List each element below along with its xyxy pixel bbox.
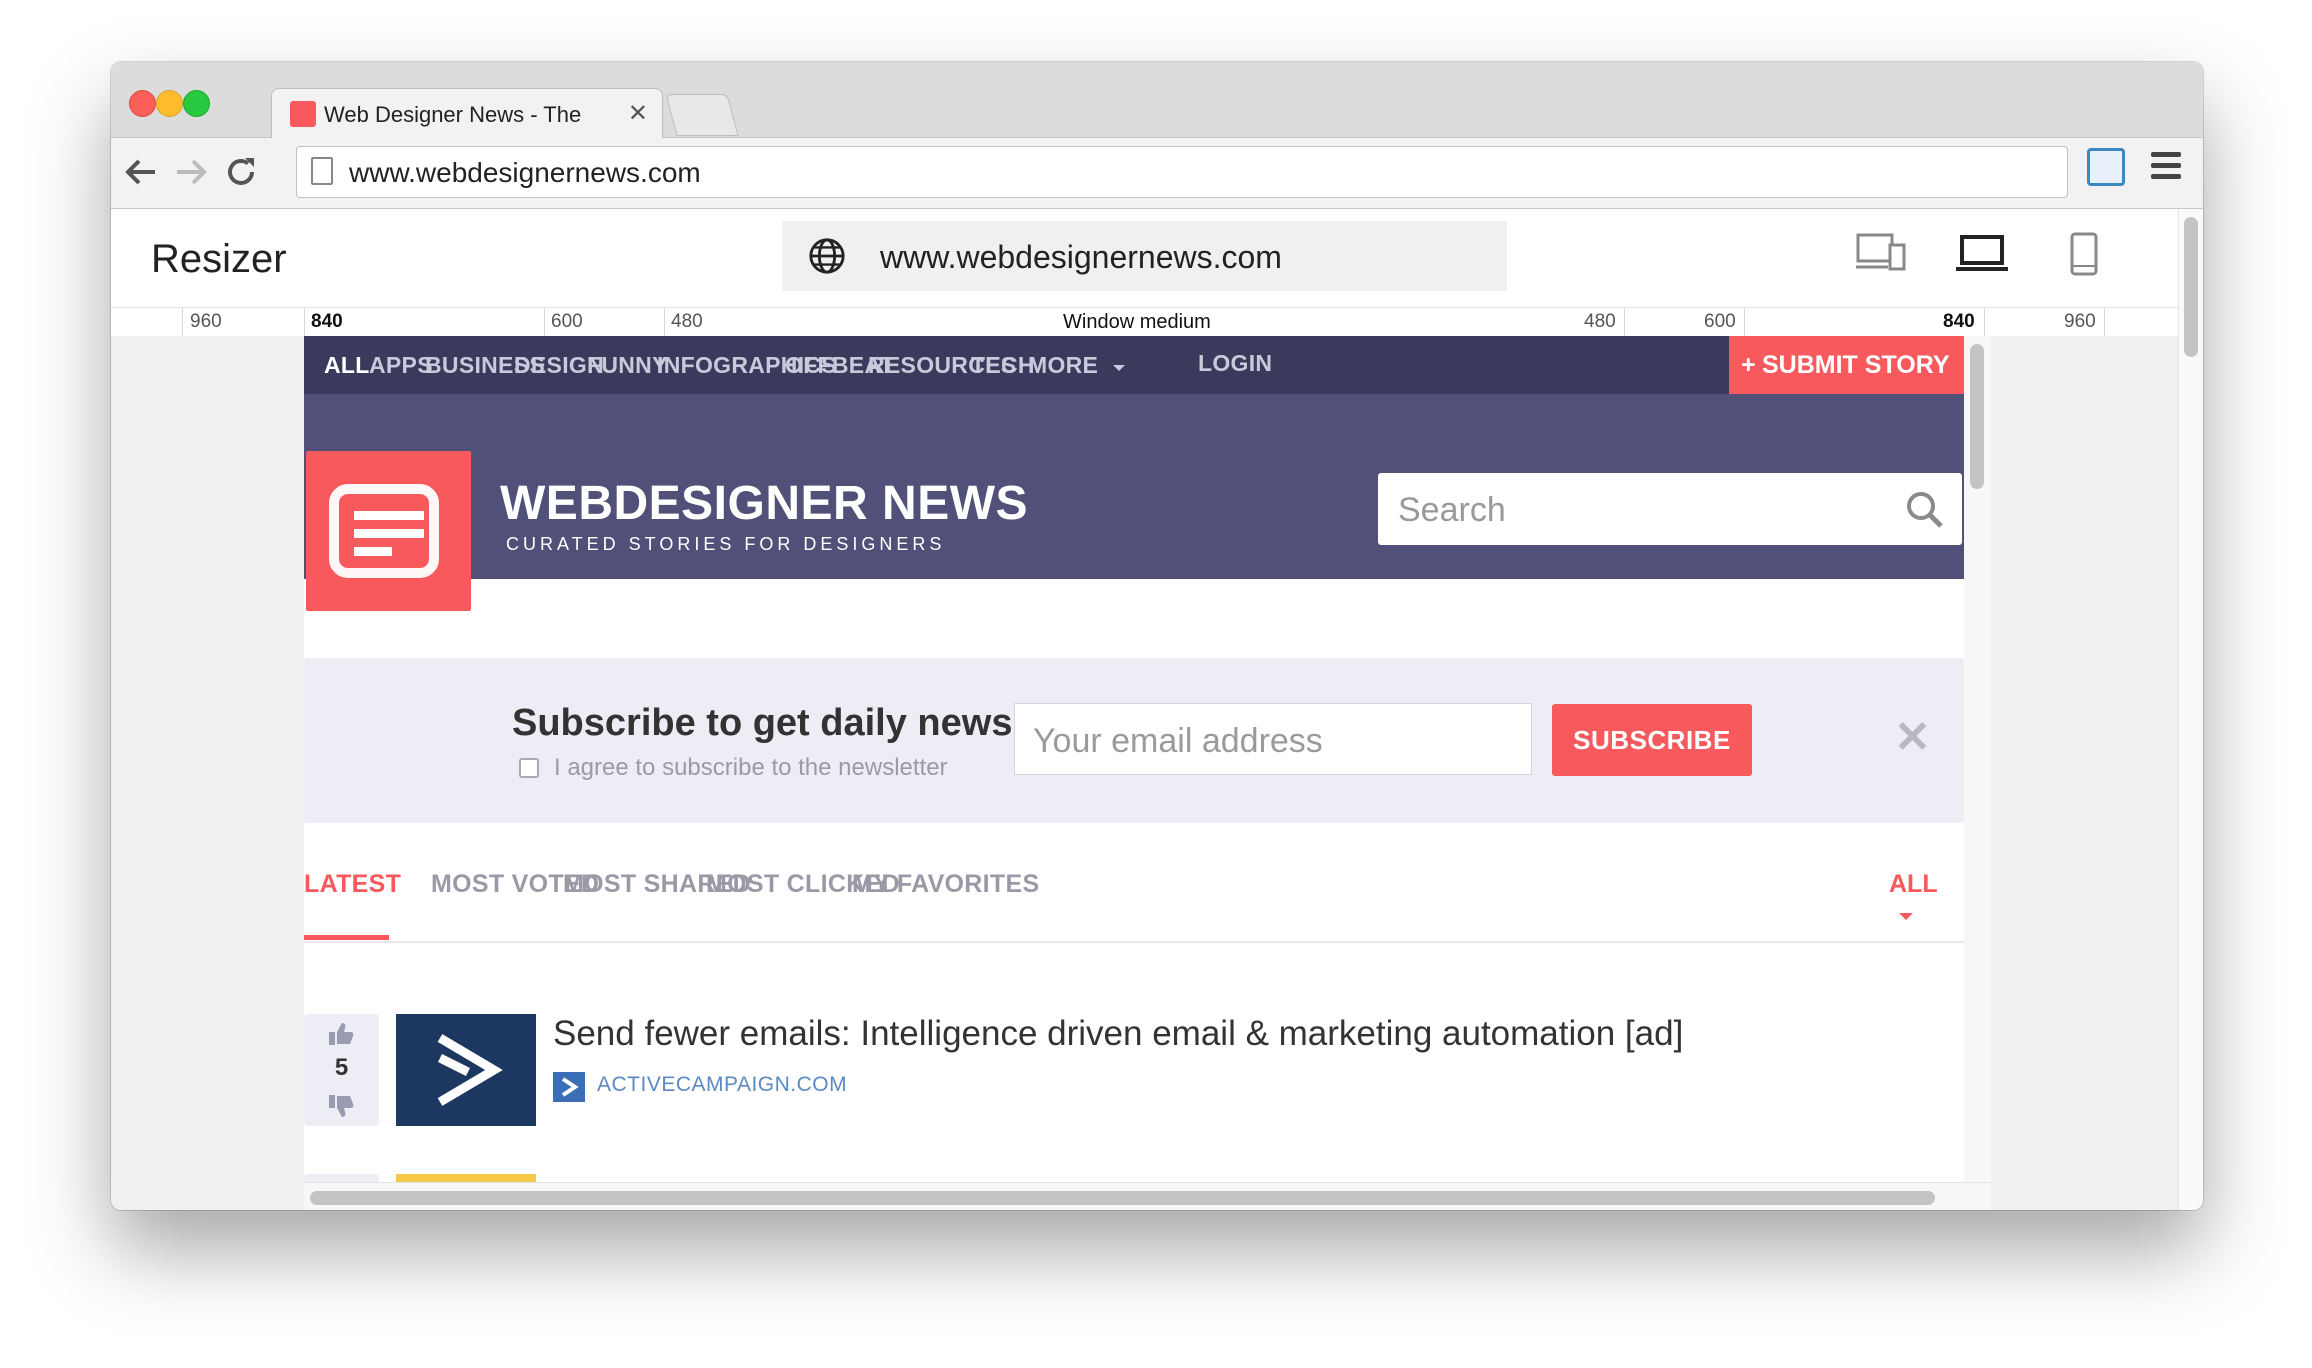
scrollbar-thumb[interactable]	[310, 1191, 1935, 1205]
browser-menu-icon[interactable]	[2151, 152, 2181, 185]
category-filter-dropdown[interactable]: ALL	[1889, 870, 1964, 928]
resizer-url-field[interactable]: www.webdesignernews.com	[782, 221, 1507, 291]
forward-arrow-icon	[177, 159, 207, 185]
viewport-margin-left	[111, 336, 304, 1210]
address-bar[interactable]: www.webdesignernews.com	[296, 146, 2068, 198]
resizer-extension-icon[interactable]	[2087, 148, 2125, 186]
preview-horizontal-scrollbar[interactable]	[304, 1182, 1991, 1210]
thumbs-up-icon[interactable]	[328, 1022, 354, 1046]
plus-icon: +	[1741, 351, 1756, 379]
site-top-nav: ALL APPS BUSINESS DESIGN FUNNY INFOGRAPH…	[304, 336, 1964, 394]
tab-title: Web Designer News - The	[324, 102, 582, 127]
story-title[interactable]: Send fewer emails: Intelligence driven e…	[553, 1014, 1683, 1054]
story-filter-tabs: LATEST MOST VOTED MOST SHARED MOST CLICK…	[304, 823, 1964, 943]
new-tab-button[interactable]	[665, 94, 739, 136]
page-icon	[311, 157, 333, 185]
search-icon[interactable]	[1904, 489, 1944, 529]
email-placeholder: Your email address	[1033, 722, 1323, 760]
website-preview-frame: ALL APPS BUSINESS DESIGN FUNNY INFOGRAPH…	[304, 336, 1991, 1210]
login-link[interactable]: LOGIN	[1198, 350, 1272, 377]
source-favicon-icon	[553, 1072, 585, 1102]
site-logo[interactable]	[306, 451, 471, 611]
ruler-mark: 960	[190, 311, 222, 332]
resizer-url-text: www.webdesignernews.com	[880, 239, 1282, 275]
multi-device-icon[interactable]	[1856, 231, 1906, 275]
tab-close-button[interactable]: ✕	[628, 99, 648, 128]
nav-item-apps[interactable]: APPS	[369, 352, 433, 379]
ruler-mark: 600	[551, 311, 583, 332]
activecampaign-logo-icon	[437, 1034, 503, 1106]
maximize-window-button[interactable]	[183, 90, 210, 117]
active-tab-underline	[304, 935, 389, 940]
close-window-button[interactable]	[129, 90, 156, 117]
browser-tab[interactable]: Web Designer News - The ✕	[271, 88, 663, 139]
agree-checkbox[interactable]	[519, 758, 539, 778]
page-content: Resizer www.webdesignernews.com 960 840 …	[111, 209, 2203, 1210]
reload-button[interactable]	[221, 152, 261, 201]
globe-icon	[809, 238, 845, 274]
ruler-label: Window medium	[1063, 311, 1211, 333]
preview-vertical-scrollbar[interactable]	[1964, 336, 1991, 1210]
laptop-icon[interactable]	[1956, 231, 2008, 275]
browser-toolbar: www.webdesignernews.com	[111, 138, 2203, 209]
ruler-mark: 480	[1584, 311, 1616, 332]
nav-item-more[interactable]: MORE	[1028, 352, 1127, 379]
nav-item-all[interactable]: ALL	[324, 352, 370, 379]
caret-down-icon	[1899, 913, 1913, 920]
email-field[interactable]: Your email address	[1014, 703, 1532, 775]
caret-down-icon	[1112, 365, 1125, 371]
tab-my-favorites[interactable]: MY FAVORITES	[852, 870, 1039, 899]
ruler-mark: 480	[671, 311, 703, 332]
site-search-input[interactable]: Search	[1378, 473, 1962, 545]
list-item: 5 Send fewer emails: Intelligence driven…	[304, 1014, 1964, 1134]
subscribe-button[interactable]: SUBSCRIBE	[1552, 704, 1752, 776]
scrollbar-thumb[interactable]	[1970, 344, 1984, 489]
reload-icon	[228, 158, 254, 185]
subscribe-title: Subscribe to get daily news	[512, 702, 1013, 744]
story-source[interactable]: ACTIVECAMPAIGN.COM	[597, 1073, 847, 1097]
subscribe-panel: Subscribe to get daily news I agree to s…	[304, 658, 1964, 823]
forward-button[interactable]	[171, 152, 211, 201]
browser-window: Web Designer News - The ✕ www.webdesigne…	[111, 62, 2203, 1210]
ruler-mark: 840	[311, 311, 343, 332]
address-bar-url: www.webdesignernews.com	[349, 157, 701, 188]
category-filter-label: ALL	[1889, 870, 1938, 898]
back-button[interactable]	[121, 152, 161, 201]
tab-latest[interactable]: LATEST	[304, 870, 401, 899]
tab-favicon-icon	[290, 101, 316, 127]
story-thumbnail[interactable]	[396, 1014, 536, 1126]
agree-label: I agree to subscribe to the newsletter	[554, 754, 948, 781]
submit-story-label: SUBMIT STORY	[1762, 351, 1950, 379]
width-ruler: 960 840 600 480 Window medium 480 600 84…	[111, 307, 2178, 337]
nav-more-label: MORE	[1028, 352, 1099, 378]
vote-count: 5	[334, 1054, 349, 1081]
resizer-title: Resizer	[151, 237, 287, 281]
ruler-mark: 600	[1704, 311, 1736, 332]
news-logo-icon	[329, 484, 439, 578]
page-vertical-scrollbar[interactable]	[2178, 209, 2203, 1210]
phone-icon[interactable]	[2069, 231, 2099, 277]
nav-item-funny[interactable]: FUNNY	[587, 352, 668, 379]
site-tagline: CURATED STORIES FOR DESIGNERS	[506, 534, 946, 554]
title-bar: Web Designer News - The ✕	[111, 62, 2203, 139]
close-icon[interactable]: ✕	[1894, 712, 1931, 763]
minimize-window-button[interactable]	[156, 90, 183, 117]
vote-box: 5	[304, 1014, 379, 1126]
back-arrow-icon	[125, 159, 155, 185]
ruler-mark: 960	[2064, 311, 2096, 332]
site-brand: WEBDESIGNER NEWS	[500, 477, 1029, 530]
ruler-mark: 840	[1943, 311, 1975, 332]
scrollbar-thumb[interactable]	[2184, 217, 2198, 357]
viewport-margin-right	[1991, 336, 2178, 1210]
nav-item-tech[interactable]: TECH	[971, 352, 1035, 379]
search-placeholder: Search	[1398, 491, 1506, 529]
submit-story-button[interactable]: + SUBMIT STORY	[1729, 336, 1964, 394]
thumbs-down-icon[interactable]	[328, 1094, 354, 1118]
